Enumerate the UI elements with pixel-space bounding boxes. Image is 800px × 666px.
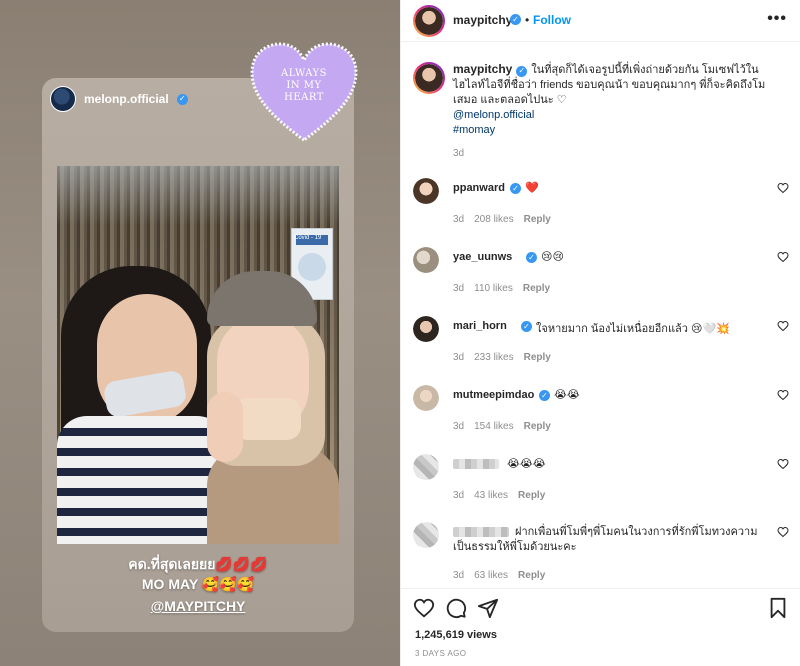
post-header: maypitchy ✓ • Follow ••• [401,0,800,42]
caption-hashtag-link[interactable]: #momay [453,123,783,138]
avatar[interactable] [413,522,439,548]
avatar[interactable] [413,316,439,342]
blurred-username [453,459,499,469]
comment-time: 3d [453,214,465,225]
comment-username[interactable]: yae_uunws [453,251,512,263]
caption-timestamp: 3d [453,148,465,159]
heart-icon[interactable] [413,597,435,619]
reply-button[interactable]: Reply [524,421,551,432]
verified-icon: ✓ [510,14,521,25]
bookmark-icon[interactable] [767,597,789,619]
story-caption-line1: คด.ที่สุดเลยยย💋💋💋 [128,556,268,572]
caption-username[interactable]: maypitchy [453,62,512,76]
comment-text: ใจหายมาก น้องไม่เหนื่อยอีกแล้ว 😢🤍💥 [536,323,730,335]
avatar[interactable] [413,385,439,411]
comment-time: 3d [453,570,465,581]
comment-text: 😭😭😭 [507,458,546,470]
comment-item: yae_uunws ✓ 😢😢 3d 110 likes Reply [413,247,789,307]
comment-likes[interactable]: 233 likes [474,352,513,363]
story-avatar [50,86,76,112]
avatar[interactable] [413,247,439,273]
comment-text: 😢😢 [541,251,564,263]
share-icon[interactable] [477,597,499,619]
story-photo: Covid - 19 [57,166,339,544]
comment-time: 3d [453,421,465,432]
comment-text: ❤️ [525,182,539,194]
heart-icon[interactable] [777,251,789,263]
verified-icon: ✓ [539,390,550,401]
comment-likes[interactable]: 110 likes [474,283,513,294]
heart-icon[interactable] [777,320,789,332]
view-count[interactable]: 1,245,619 views [415,629,497,641]
comment-likes[interactable]: 154 likes [474,421,513,432]
avatar[interactable] [413,454,439,480]
reply-button[interactable]: Reply [518,490,545,501]
post-actions: 1,245,619 views 3 DAYS AGO [401,588,800,666]
story-username: melonp.official [84,92,169,106]
comment-time: 3d [453,490,465,501]
comment-username[interactable]: mutmeepimdao [453,389,534,401]
comment-time: 3d [453,283,465,294]
author-username[interactable]: maypitchy [453,13,512,27]
story-caption-mention: @MAYPITCHY [150,598,246,614]
comment-icon[interactable] [445,597,467,619]
comment-username[interactable]: ppanward [453,182,505,194]
comment-item: 😭😭😭 3d 43 likes Reply [413,454,789,514]
story-header: melonp.official ✓ [50,86,188,112]
more-icon[interactable]: ••• [767,10,787,28]
heart-icon[interactable] [777,526,789,538]
avatar[interactable] [413,5,445,37]
comment-username[interactable]: mari_horn [453,320,507,332]
caption-mention-link[interactable]: @melonp.official [453,108,783,123]
post-sidebar: maypitchy ✓ • Follow ••• maypitchy ✓ ในที่… [400,0,800,666]
follow-button[interactable]: Follow [533,13,571,27]
reply-button[interactable]: Reply [524,214,551,225]
comment-text: ฝากเพื่อนพี่โมพี่ๆพี่โมคนในวงการที่รักพี… [453,526,758,553]
verified-icon: ✓ [526,252,537,263]
avatar[interactable] [413,62,445,94]
heart-icon[interactable] [777,182,789,194]
comment-likes[interactable]: 43 likes [474,490,508,501]
reply-button[interactable]: Reply [518,570,545,581]
reply-button[interactable]: Reply [524,352,551,363]
comments-list[interactable]: maypitchy ✓ ในที่สุดก็ได้เจอรูปนี้ที่เพิ่ง… [401,42,800,588]
comment-likes[interactable]: 208 likes [474,214,513,225]
heart-icon[interactable] [777,458,789,470]
story-screenshot: melonp.official ✓ Covid - 19 คด.ที่สุดเล… [42,78,354,632]
comment-time: 3d [453,352,465,363]
comment-item: mari_horn ✓ ใจหายมาก น้องไม่เหนื่อยอีกแล… [413,316,789,376]
comment-item: ฝากเพื่อนพี่โมพี่ๆพี่โมคนในวงการที่รักพี… [413,522,789,582]
comment-likes[interactable]: 63 likes [474,570,508,581]
comment-item: ppanward ✓ ❤️ 3d 208 likes Reply [413,178,789,238]
reply-button[interactable]: Reply [523,283,550,294]
post-media[interactable]: melonp.official ✓ Covid - 19 คด.ที่สุดเล… [0,0,400,666]
story-caption-line2: MO MAY 🥰🥰🥰 [141,576,255,592]
verified-icon: ✓ [510,183,521,194]
comment-text: 😭😭 [554,389,580,401]
separator-dot: • [525,13,530,27]
avatar[interactable] [413,178,439,204]
comment-item: mutmeepimdao ✓ 😭😭 3d 154 likes Reply [413,385,789,445]
verified-icon: ✓ [516,65,528,77]
heart-sticker-text: ALWAYS IN MY HEART [280,68,328,103]
heart-icon[interactable] [777,389,789,401]
verified-icon: ✓ [176,93,188,105]
verified-icon: ✓ [521,321,532,332]
post-date: 3 DAYS AGO [415,649,467,658]
